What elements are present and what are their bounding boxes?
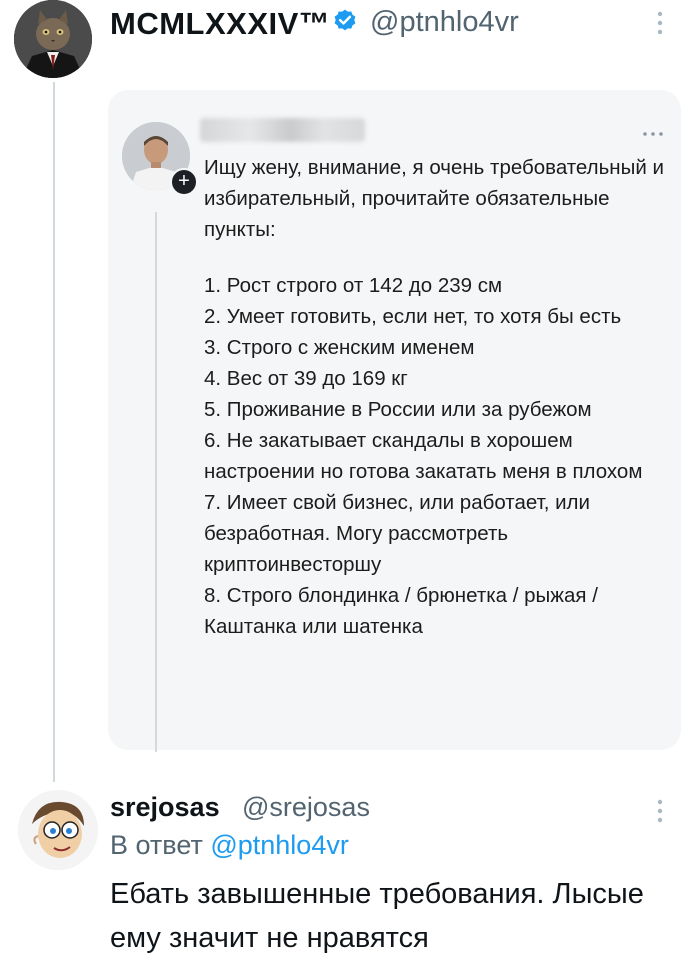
more-vertical-icon[interactable] — [655, 10, 665, 36]
list-item: 7. Имеет свой бизнес, или работает, или … — [204, 491, 590, 576]
reply-post-text: Ебать завышенные требования. Лысые ему з… — [110, 878, 644, 954]
cat-in-suit-avatar-icon — [14, 0, 92, 78]
list-item: 5. Проживание в России или за рубежом — [204, 398, 592, 421]
quoted-post-intro: Ищу жену, внимание, я очень требовательн… — [204, 156, 664, 241]
more-horizontal-icon[interactable] — [642, 118, 664, 144]
plus-icon[interactable]: + — [170, 168, 198, 196]
list-item: 4. Вес от 39 до 169 кг — [204, 367, 408, 390]
author-name[interactable]: MCMLXXXIV™ — [110, 6, 330, 42]
reply-author-avatar[interactable] — [18, 790, 98, 870]
list-item: 8. Строго блондинка / брюнетка / рыжая /… — [204, 584, 598, 638]
quoted-thread-line — [155, 212, 157, 752]
verified-badge-icon — [332, 8, 358, 34]
list-item: 3. Строго с женским именем — [204, 336, 475, 359]
replying-to-label: В ответ — [110, 830, 203, 860]
author-avatar[interactable] — [14, 0, 92, 78]
more-vertical-icon[interactable] — [655, 798, 665, 824]
requirements-list: 1. Рост строго от 142 до 239 см 2. Умеет… — [204, 270, 674, 642]
reply-author-name[interactable]: srejosas — [110, 792, 220, 823]
reply-mention-link[interactable]: @ptnhlo4vr — [210, 830, 348, 860]
blurred-author-name — [200, 118, 365, 142]
cartoon-face-avatar-icon — [18, 790, 98, 870]
replying-to-line: В ответ @ptnhlo4vr — [110, 830, 349, 861]
author-handle[interactable]: @ptnhlo4vr — [370, 6, 519, 39]
list-item: 1. Рост строго от 142 до 239 см — [204, 274, 503, 297]
list-item: 6. Не закатывает скандалы в хорошем наст… — [204, 429, 643, 483]
list-item: 2. Умеет готовить, если нет, то хотя бы … — [204, 305, 622, 328]
reply-author-handle[interactable]: @srejosas — [242, 792, 370, 823]
thread-line — [53, 82, 55, 782]
